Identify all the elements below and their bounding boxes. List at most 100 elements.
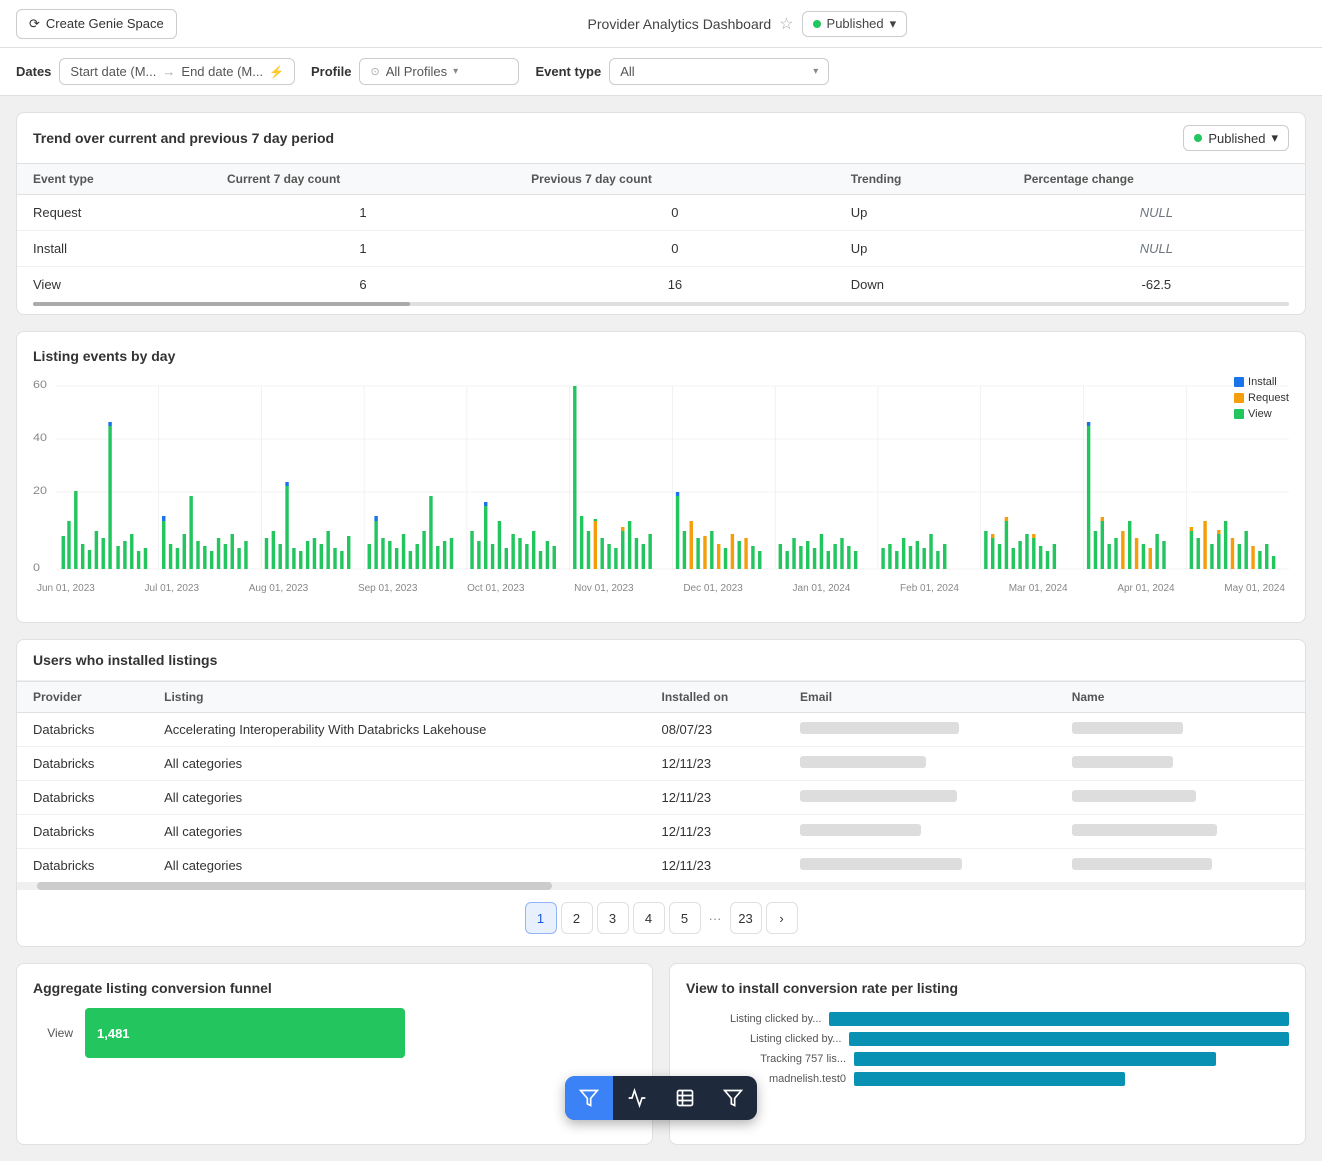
funnel-view-bar: 1,481 [85, 1008, 405, 1058]
name-cell [1056, 815, 1305, 849]
col-previous-7day: Previous 7 day count [515, 164, 835, 195]
trend-published-filter[interactable]: Published ▾ [1183, 125, 1289, 151]
installed-on-cell: 12/11/23 [645, 815, 784, 849]
genie-icon: ⟳ [29, 16, 40, 32]
chart-area: Install Request View 60 40 20 0 [33, 376, 1289, 606]
circle-icon: ⊙ [370, 65, 379, 78]
email-cell [784, 713, 1056, 747]
trending-cell: Up [835, 231, 1008, 267]
next-page-button[interactable]: › [766, 902, 798, 934]
listing-cell: All categories [148, 815, 645, 849]
conversion-bar [849, 1032, 1289, 1046]
app-header: ⟳ Create Genie Space Provider Analytics … [0, 0, 1322, 48]
provider-cell: Databricks [17, 849, 148, 883]
users-table-header-row: Provider Listing Installed on Email Name [17, 682, 1305, 713]
table-toolbar-button[interactable] [661, 1076, 709, 1120]
dates-filter-group: Dates Start date (M... → End date (M... … [16, 58, 295, 85]
legend-request: Request [1234, 392, 1289, 404]
users-table: Provider Listing Installed on Email Name… [17, 681, 1305, 882]
pct-change-cell: -62.5 [1008, 267, 1305, 303]
filter-toolbar-button[interactable] [565, 1076, 613, 1120]
page-3-button[interactable]: 3 [597, 902, 629, 934]
svg-text:0: 0 [33, 561, 40, 574]
trend-table-row: Install 1 0 Up NULL [17, 231, 1305, 267]
trend-table-row: Request 1 0 Up NULL [17, 195, 1305, 231]
provider-cell: Databricks [17, 815, 148, 849]
provider-cell: Databricks [17, 713, 148, 747]
trending-cell: Down [835, 267, 1008, 303]
col-provider: Provider [17, 682, 148, 713]
pct-change-cell: NULL [1008, 231, 1305, 267]
create-genie-space-button[interactable]: ⟳ Create Genie Space [16, 9, 177, 39]
conversion-title: View to install conversion rate per list… [686, 980, 1289, 996]
col-installed-on: Installed on [645, 682, 784, 713]
event-type-select[interactable]: All ▾ [609, 58, 829, 85]
status-dot [813, 20, 821, 28]
current-count-cell: 1 [211, 231, 515, 267]
listing-cell: All categories [148, 747, 645, 781]
users-table-row: Databricks Accelerating Interoperability… [17, 713, 1305, 747]
current-count-cell: 1 [211, 195, 515, 231]
name-cell [1056, 747, 1305, 781]
conversion-card: View to install conversion rate per list… [669, 963, 1306, 1145]
col-listing: Listing [148, 682, 645, 713]
previous-count-cell: 16 [515, 267, 835, 303]
event-type-cell: Install [17, 231, 211, 267]
page-5-button[interactable]: 5 [669, 902, 701, 934]
star-icon[interactable]: ☆ [779, 14, 793, 34]
users-table-row: Databricks All categories 12/11/23 .com [17, 849, 1305, 883]
name-cell: .com [1056, 713, 1305, 747]
funnel-toolbar-button[interactable] [709, 1076, 757, 1120]
chevron-down-icon: ▾ [453, 66, 458, 77]
event-type-cell: View [17, 267, 211, 303]
chart-toolbar-button[interactable] [613, 1076, 661, 1120]
profile-label: Profile [311, 64, 351, 79]
vertical-scrollbar[interactable] [33, 302, 1289, 306]
conversion-chart: Listing clicked by... Listing clicked by… [686, 1008, 1289, 1128]
lightning-icon: ⚡ [269, 65, 284, 79]
users-table-title: Users who installed listings [17, 640, 1305, 681]
page-23-button[interactable]: 23 [730, 902, 762, 934]
horizontal-scrollbar[interactable] [17, 882, 1305, 890]
name-cell [1056, 781, 1305, 815]
event-type-cell: Request [17, 195, 211, 231]
trend-card-header: Trend over current and previous 7 day pe… [17, 113, 1305, 163]
page-1-button[interactable]: 1 [525, 902, 557, 934]
trend-table-row: View 6 16 Down -62.5 [17, 267, 1305, 303]
provider-cell: Databricks [17, 781, 148, 815]
event-type-filter-group: Event type All ▾ [535, 58, 829, 85]
installed-on-cell: 12/11/23 [645, 781, 784, 815]
published-status-badge[interactable]: Published ▾ [802, 11, 908, 37]
funnel-row-label: View [33, 1026, 73, 1040]
chevron-down-icon: ▾ [890, 16, 897, 32]
date-range-input[interactable]: Start date (M... → End date (M... ⚡ [59, 58, 295, 85]
svg-text:40: 40 [33, 431, 47, 444]
legend-install-color [1234, 377, 1244, 387]
conversion-bar [854, 1052, 1216, 1066]
funnel-bar-container: View 1,481 [33, 1008, 636, 1058]
trend-table: Event type Current 7 day count Previous … [17, 163, 1305, 302]
users-table-row: Databricks All categories 12/11/23 [17, 747, 1305, 781]
profile-select[interactable]: ⊙ All Profiles ▾ [359, 58, 519, 85]
conversion-row: Tracking 757 lis... [686, 1052, 1289, 1066]
funnel-title: Aggregate listing conversion funnel [33, 980, 636, 996]
chart-legend: Install Request View [1234, 376, 1289, 420]
conversion-row: Listing clicked by... [686, 1032, 1289, 1046]
installed-on-cell: 12/11/23 [645, 849, 784, 883]
email-cell [784, 781, 1056, 815]
page-4-button[interactable]: 4 [633, 902, 665, 934]
chart-x-labels: Jun 01, 2023 Jul 01, 2023 Aug 01, 2023 S… [33, 583, 1289, 594]
previous-count-cell: 0 [515, 195, 835, 231]
conversion-row: madnelish.test0 [686, 1072, 1289, 1086]
col-email: Email [784, 682, 1056, 713]
filters-bar: Dates Start date (M... → End date (M... … [0, 48, 1322, 96]
installed-on-cell: 12/11/23 [645, 747, 784, 781]
trend-title: Trend over current and previous 7 day pe… [33, 130, 334, 146]
col-name: Name [1056, 682, 1305, 713]
pagination: 1 2 3 4 5 ··· 23 › [17, 890, 1305, 946]
col-pct-change: Percentage change [1008, 164, 1305, 195]
status-dot [1194, 134, 1202, 142]
chevron-down-icon: ▾ [813, 66, 818, 77]
col-event-type: Event type [17, 164, 211, 195]
page-2-button[interactable]: 2 [561, 902, 593, 934]
